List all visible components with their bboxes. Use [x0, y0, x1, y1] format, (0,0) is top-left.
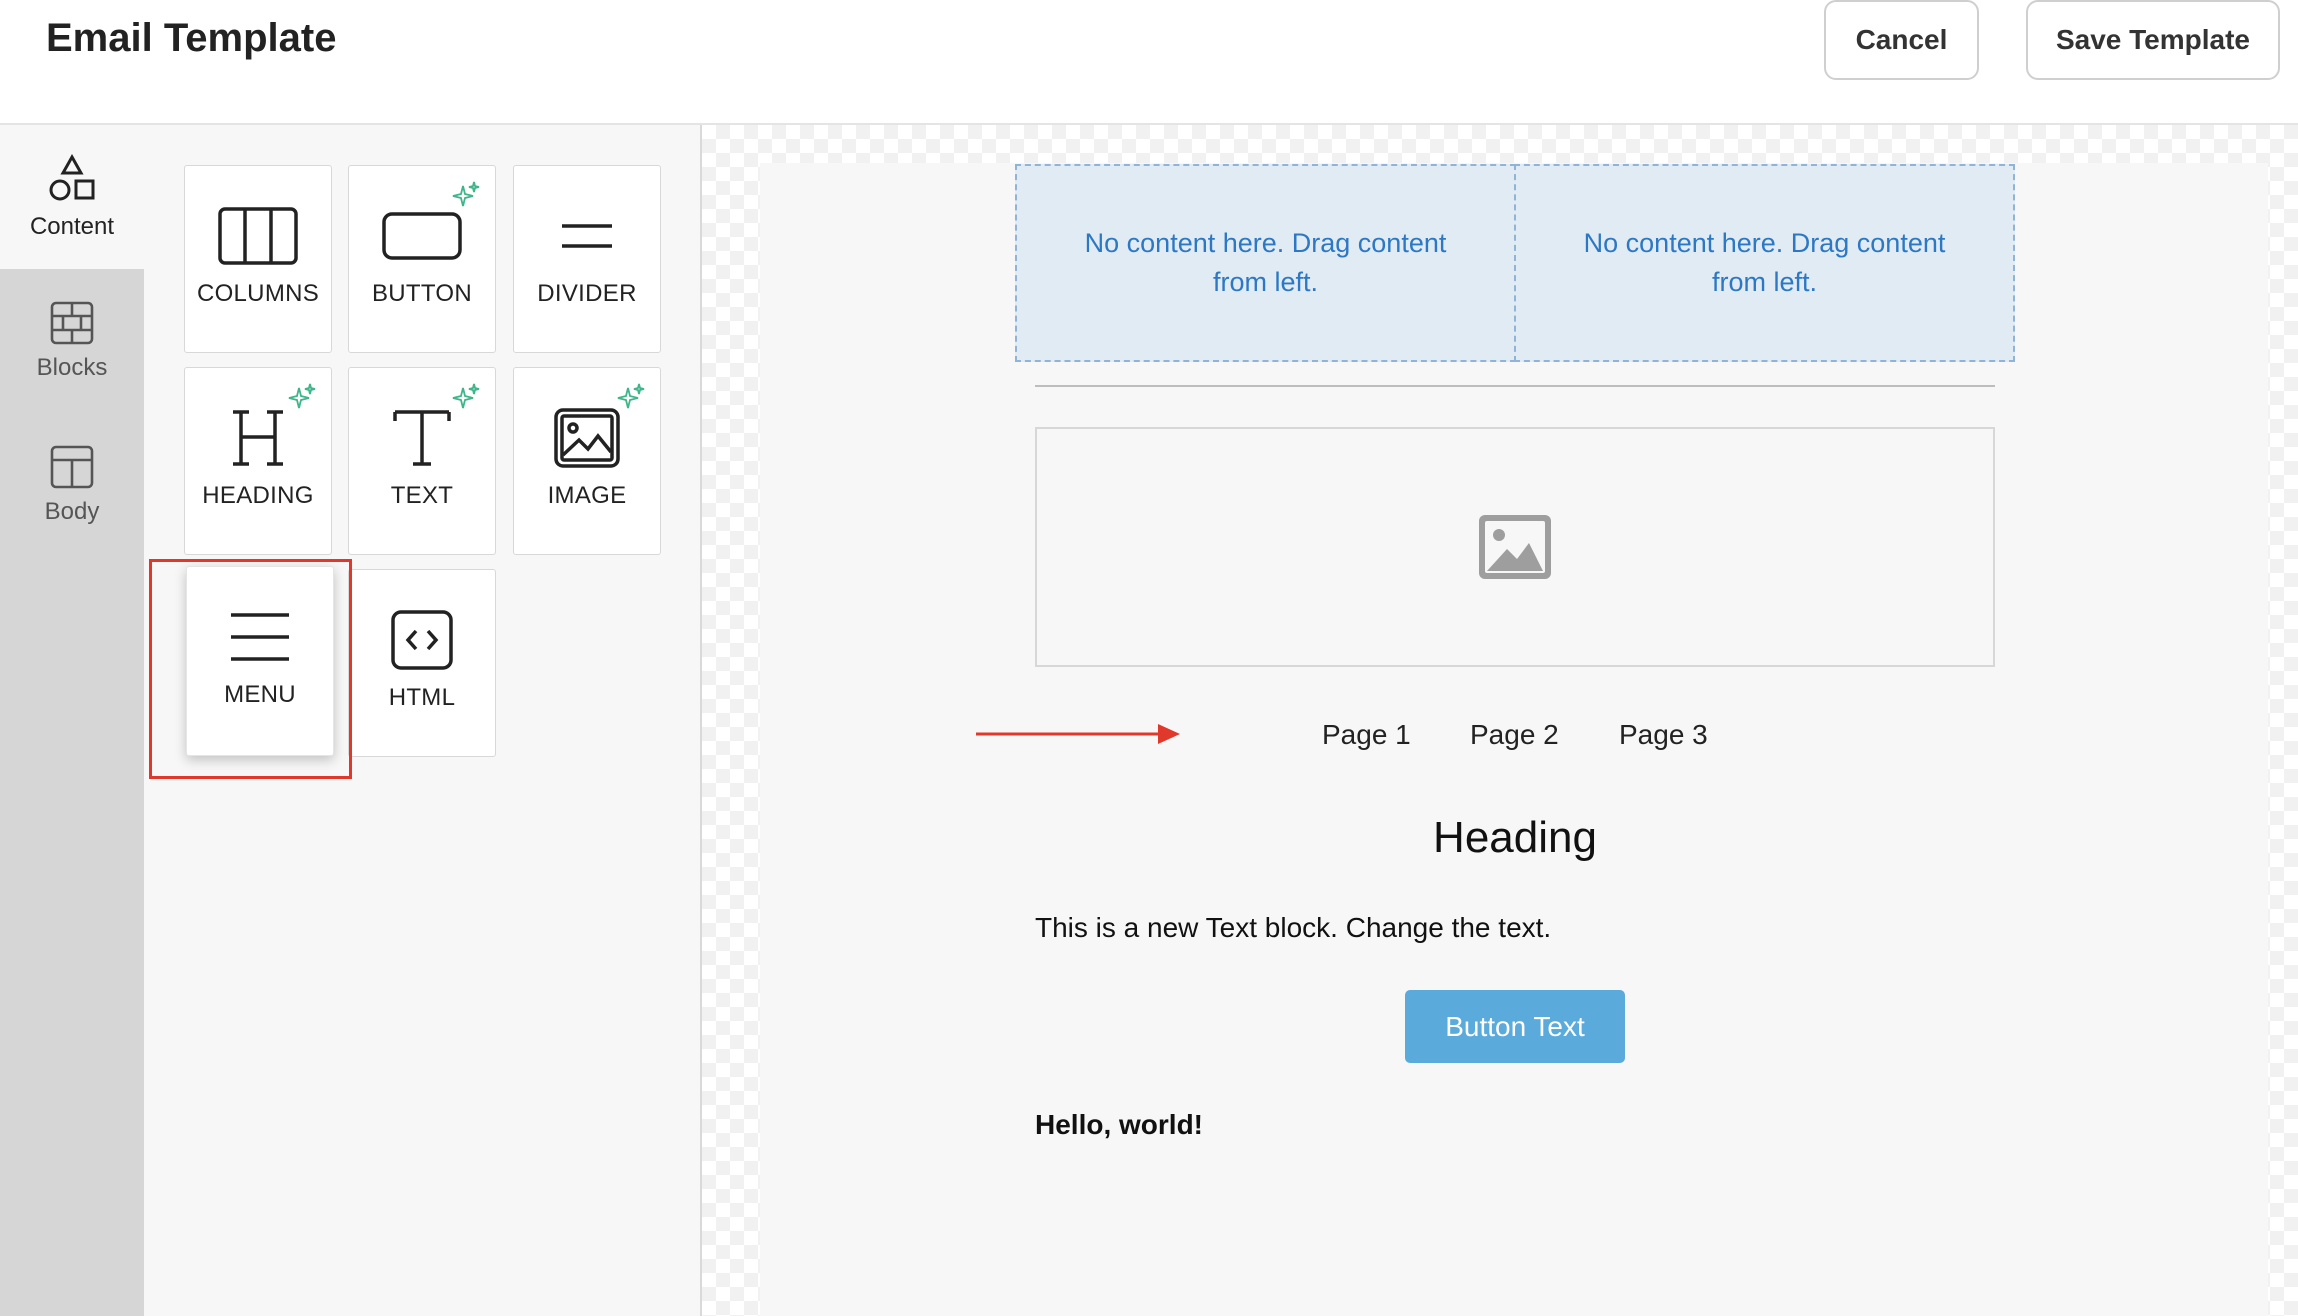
blocks-icon	[50, 301, 94, 345]
shapes-icon	[49, 153, 95, 201]
tool-button[interactable]: BUTTON	[348, 165, 496, 353]
email-button-block[interactable]: Button Text	[1405, 990, 1625, 1063]
sparkle-icon	[452, 181, 480, 207]
code-icon	[391, 610, 453, 670]
empty-column-left[interactable]: No content here. Drag content from left.	[1015, 164, 1516, 362]
menu-link-page-1[interactable]: Page 1	[1322, 719, 1411, 751]
heading-icon	[233, 410, 283, 466]
cancel-button[interactable]: Cancel	[1824, 0, 1979, 80]
rail-label: Content	[29, 213, 115, 240]
sparkle-icon	[617, 383, 645, 409]
tool-html[interactable]: HTML	[348, 569, 496, 757]
tool-label: HTML	[388, 684, 456, 711]
empty-column-right[interactable]: No content here. Drag content from left.	[1514, 164, 2015, 362]
menu-link-page-2[interactable]: Page 2	[1470, 719, 1559, 751]
tool-image[interactable]: IMAGE	[513, 367, 661, 555]
menu-link-page-3[interactable]: Page 3	[1619, 719, 1708, 751]
menu-highlight-box	[149, 559, 352, 779]
tool-label: TEXT	[390, 482, 454, 509]
red-arrow-annotation	[976, 724, 1180, 744]
save-template-button[interactable]: Save Template	[2026, 0, 2280, 80]
active-tab-pointer	[144, 177, 160, 209]
divider-block[interactable]	[1035, 385, 1995, 387]
rail-tab-content[interactable]: Content	[0, 125, 144, 269]
tool-label: COLUMNS	[196, 280, 320, 307]
button-icon	[382, 212, 462, 260]
tool-heading[interactable]: HEADING	[184, 367, 332, 555]
html-block[interactable]: Hello, world!	[1035, 1109, 1203, 1141]
empty-column-text: No content here. Drag content from left.	[1084, 228, 1447, 297]
sparkle-icon	[288, 383, 316, 409]
sparkle-icon	[452, 383, 480, 409]
image-icon	[554, 408, 620, 468]
text-icon	[393, 410, 451, 466]
sidebar-rail: Content Blocks Body	[0, 125, 144, 1316]
divider-icon	[562, 224, 612, 248]
image-block[interactable]	[1035, 427, 1995, 667]
tool-text[interactable]: TEXT	[348, 367, 496, 555]
heading-block[interactable]: Heading	[1015, 813, 2015, 863]
tool-columns[interactable]: COLUMNS	[184, 165, 332, 353]
layout-icon	[50, 445, 94, 489]
tool-label: IMAGE	[547, 482, 627, 509]
tool-label: DIVIDER	[537, 280, 637, 307]
page-title: Email Template	[46, 16, 337, 60]
rail-tab-blocks[interactable]: Blocks	[0, 269, 144, 413]
tool-divider[interactable]: DIVIDER	[513, 165, 661, 353]
columns-icon	[218, 207, 298, 265]
image-placeholder-icon	[1479, 515, 1551, 579]
empty-column-text: No content here. Drag content from left.	[1583, 228, 1946, 297]
rail-label: Body	[44, 498, 100, 525]
rail-label: Blocks	[36, 354, 108, 381]
rail-tab-body[interactable]: Body	[0, 413, 144, 557]
tool-label: BUTTON	[371, 280, 473, 307]
tool-label: HEADING	[202, 482, 314, 509]
text-block[interactable]: This is a new Text block. Change the tex…	[1035, 912, 1551, 944]
